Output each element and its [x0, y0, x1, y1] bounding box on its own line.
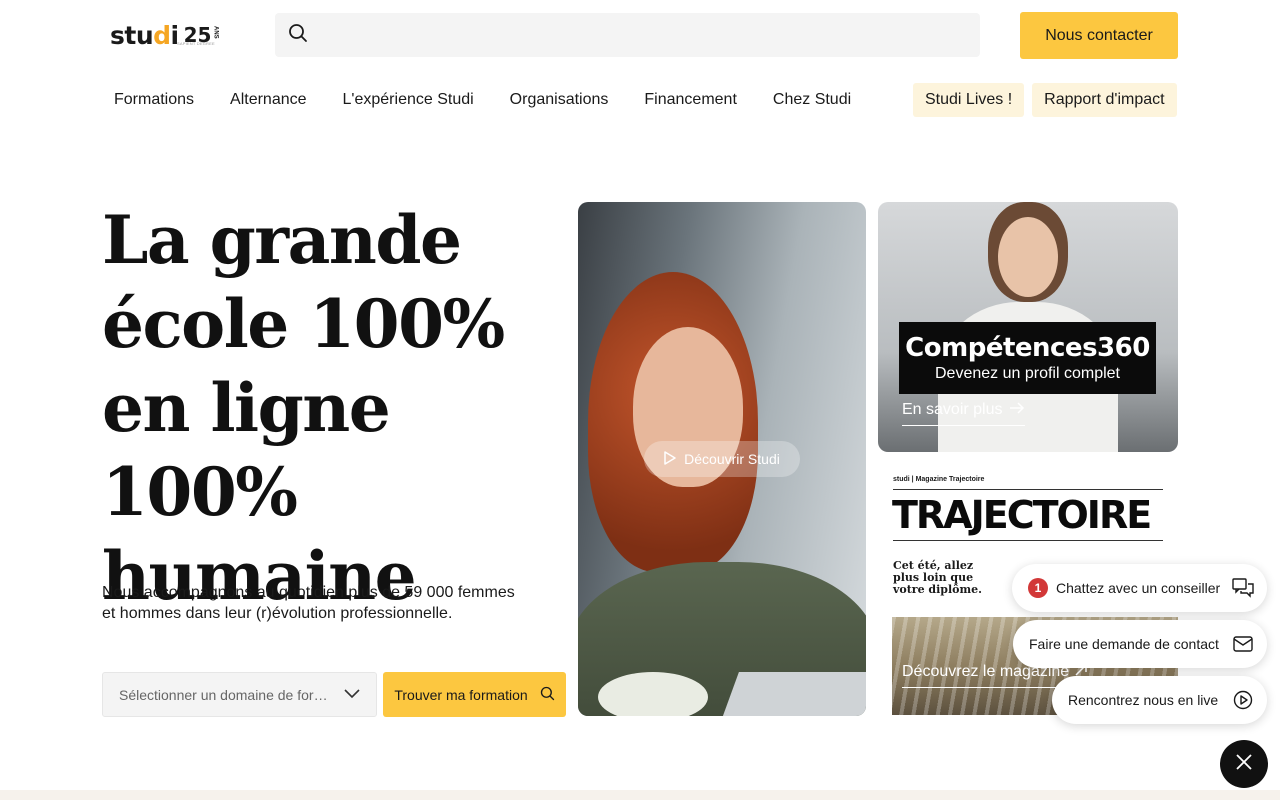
- nav-item-formations[interactable]: Formations: [102, 82, 206, 118]
- hero-subtitle: Nous accompagnons au quotidien plus de 5…: [102, 584, 515, 622]
- domain-select-value: Sélectionner un domaine de formation: [119, 686, 329, 703]
- search-icon[interactable]: [288, 23, 308, 48]
- competences-card[interactable]: Compétences360 Devenez un profil complet…: [878, 202, 1178, 452]
- play-circle-icon: [1231, 688, 1255, 712]
- find-formation-label: Trouver ma formation: [394, 686, 528, 703]
- hero-title-line: école 100%: [102, 285, 505, 363]
- domain-select[interactable]: Sélectionner un domaine de formation: [102, 672, 377, 717]
- logo-tagline: SAPIENT DEGREE: [177, 41, 215, 46]
- live-meeting-button[interactable]: Rencontrez nous en live: [1052, 676, 1267, 724]
- arrow-right-icon: [1009, 401, 1025, 419]
- competences-banner: Compétences360 Devenez un profil complet: [899, 322, 1156, 394]
- close-icon: [1236, 753, 1252, 775]
- close-contact-menu-button[interactable]: [1220, 740, 1268, 788]
- discover-studi-button[interactable]: Découvrir Studi: [644, 441, 800, 477]
- competences-link[interactable]: En savoir plus: [902, 401, 1025, 426]
- search-icon: [540, 686, 555, 704]
- nav-item-alternance[interactable]: Alternance: [218, 82, 319, 118]
- logo-wordmark: studi: [110, 20, 179, 50]
- hero-title-line: en ligne 100%: [102, 369, 391, 531]
- nav-pills: Studi Lives ! Rapport d'impact: [913, 83, 1177, 117]
- competences-subtitle: Devenez un profil complet: [935, 365, 1120, 382]
- nav-item-experience[interactable]: L'expérience Studi: [331, 82, 486, 118]
- find-formation-button[interactable]: Trouver ma formation: [383, 672, 566, 717]
- main-nav: Formations Alternance L'expérience Studi…: [102, 82, 875, 118]
- chat-advisor-label: Chattez avec un conseiller: [1056, 580, 1221, 596]
- play-icon: [664, 450, 676, 468]
- studi-logo[interactable]: studi 25 ANS SAPIENT DEGREE: [110, 20, 218, 50]
- magazine-title: TRAJECTOIRE: [892, 493, 1152, 537]
- nav-pill-studi-lives[interactable]: Studi Lives !: [913, 83, 1025, 117]
- contact-button[interactable]: Nous contacter: [1020, 12, 1178, 59]
- magazine-headline: Cet été, allez plus loin que votre diplô…: [893, 559, 982, 596]
- nav-item-organisations[interactable]: Organisations: [498, 82, 621, 118]
- contact-request-label: Faire une demande de contact: [1029, 636, 1219, 652]
- chat-icon: [1231, 576, 1255, 600]
- next-section-edge: [0, 790, 1280, 800]
- notification-badge: 1: [1028, 578, 1048, 598]
- chevron-down-icon: [344, 686, 360, 704]
- mail-icon: [1231, 632, 1255, 656]
- search-input[interactable]: [318, 26, 958, 44]
- nav-pill-rapport-impact[interactable]: Rapport d'impact: [1032, 83, 1177, 117]
- live-meeting-label: Rencontrez nous en live: [1068, 692, 1219, 708]
- hero-title-line: La grande: [102, 201, 462, 279]
- nav-item-financement[interactable]: Financement: [632, 82, 749, 118]
- competences-title: Compétences360: [905, 333, 1150, 363]
- discover-studi-label: Découvrir Studi: [684, 451, 780, 467]
- search-bar[interactable]: [275, 13, 980, 57]
- contact-request-button[interactable]: Faire une demande de contact: [1013, 620, 1267, 668]
- nav-item-chez-studi[interactable]: Chez Studi: [761, 82, 863, 118]
- chat-advisor-button[interactable]: 1 Chattez avec un conseiller: [1012, 564, 1267, 612]
- hero-title: La grande école 100% en ligne 100% humai…: [102, 198, 572, 618]
- magazine-kicker: studi | Magazine Trajectoire: [893, 476, 985, 483]
